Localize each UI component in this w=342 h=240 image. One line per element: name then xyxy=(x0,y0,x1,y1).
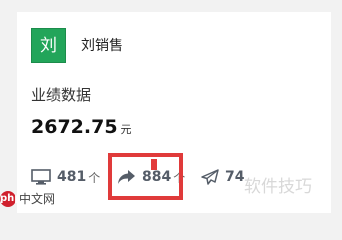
watermark-right: 软件技巧 xyxy=(244,177,312,197)
avatar[interactable]: 刘 xyxy=(31,28,66,63)
stat-sends[interactable]: 74 xyxy=(201,166,244,188)
highlight-box xyxy=(108,153,183,200)
user-name[interactable]: 刘销售 xyxy=(81,35,123,55)
metric-value: 2672.75 元 xyxy=(31,116,132,138)
watermark-left: php 中文网 xyxy=(0,190,55,207)
watermark-logo: php xyxy=(0,190,21,207)
stat-sends-count: 74 xyxy=(225,169,245,185)
paper-plane-icon xyxy=(201,169,219,185)
stat-views-unit: 个 xyxy=(88,170,101,185)
metric-amount: 2672.75 xyxy=(31,116,118,138)
metric-title: 业绩数据 xyxy=(31,86,92,104)
stat-views[interactable]: 481 个 xyxy=(31,166,100,188)
watermark-left-text: 中文网 xyxy=(19,192,56,206)
metric-unit: 元 xyxy=(120,123,132,136)
annotation-marker xyxy=(151,159,157,170)
monitor-icon xyxy=(31,169,51,185)
stat-views-count: 481 xyxy=(57,169,87,185)
